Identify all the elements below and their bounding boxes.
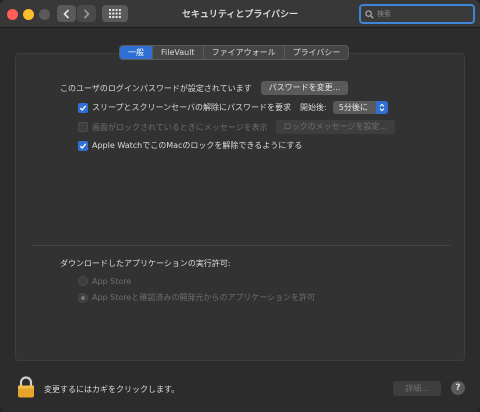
checkmark-icon: [79, 104, 87, 111]
delay-value: 5分後に: [338, 103, 368, 112]
chevron-updown-icon: [375, 101, 388, 114]
apple-watch-checkbox[interactable]: [78, 140, 88, 151]
set-lock-message-button[interactable]: ロックのメッセージを設定...: [275, 120, 396, 134]
preferences-window: セキュリティとプライバシー 一般 FileVault ファイアウォール プライバ…: [0, 0, 480, 412]
checkmark-icon: [79, 142, 87, 149]
tab-privacy[interactable]: プライバシー: [285, 46, 349, 59]
radio-identified-row: App Storeと確認済みの開発元からのアプリケーションを許可: [78, 292, 315, 303]
tab-general[interactable]: 一般: [120, 46, 153, 59]
radio-identified-label: App Storeと確認済みの開発元からのアプリケーションを許可: [92, 293, 316, 302]
require-password-checkbox[interactable]: [78, 102, 88, 113]
tab-filevault[interactable]: FileVault: [153, 46, 204, 59]
downloads-heading: ダウンロードしたアプリケーションの実行許可:: [60, 259, 231, 268]
apple-watch-row: Apple WatchでこのMacのロックを解除できるようにする: [78, 140, 302, 151]
show-message-label: 画面がロックされているときにメッセージを表示: [92, 122, 268, 132]
password-row: このユーザのログインパスワードが設定されています パスワードを変更...: [60, 81, 349, 95]
radio-identified-developers[interactable]: [78, 292, 88, 303]
downloads-heading-row: ダウンロードしたアプリケーションの実行許可:: [60, 258, 231, 269]
change-password-button[interactable]: パスワードを変更...: [260, 81, 349, 95]
show-message-checkbox[interactable]: [78, 122, 88, 132]
help-button[interactable]: ?: [451, 381, 465, 395]
tab-firewall[interactable]: ファイアウォール: [204, 46, 285, 59]
search-icon: [365, 9, 374, 19]
radio-app-store-row: App Store: [78, 276, 131, 286]
radio-app-store[interactable]: [78, 276, 88, 286]
general-panel: このユーザのログインパスワードが設定されています パスワードを変更... スリー…: [15, 53, 465, 361]
tab-bar: 一般 FileVault ファイアウォール プライバシー: [119, 45, 350, 60]
delay-select[interactable]: 5分後に: [332, 101, 388, 114]
search-input[interactable]: [377, 10, 467, 18]
require-password-row: スリープとスクリーンセーバの解除にパスワードを要求 開始後: 5分後に: [78, 101, 388, 114]
radio-app-store-label: App Store: [92, 276, 132, 286]
apple-watch-label: Apple WatchでこのMacのロックを解除できるようにする: [92, 141, 303, 150]
password-set-label: このユーザのログインパスワードが設定されています: [60, 83, 252, 93]
search-field[interactable]: [359, 4, 475, 24]
section-divider: [32, 245, 450, 246]
lock-icon[interactable]: [17, 376, 35, 398]
require-password-label: スリープとスクリーンセーバの解除にパスワードを要求: [92, 103, 292, 112]
show-message-row: 画面がロックされているときにメッセージを表示 ロックのメッセージを設定...: [78, 120, 396, 134]
delay-label: 開始後:: [300, 103, 327, 112]
advanced-button[interactable]: 詳細...: [393, 381, 441, 396]
lock-hint-text: 変更するにはカギをクリックします。: [44, 385, 180, 394]
titlebar: セキュリティとプライバシー: [0, 0, 480, 28]
